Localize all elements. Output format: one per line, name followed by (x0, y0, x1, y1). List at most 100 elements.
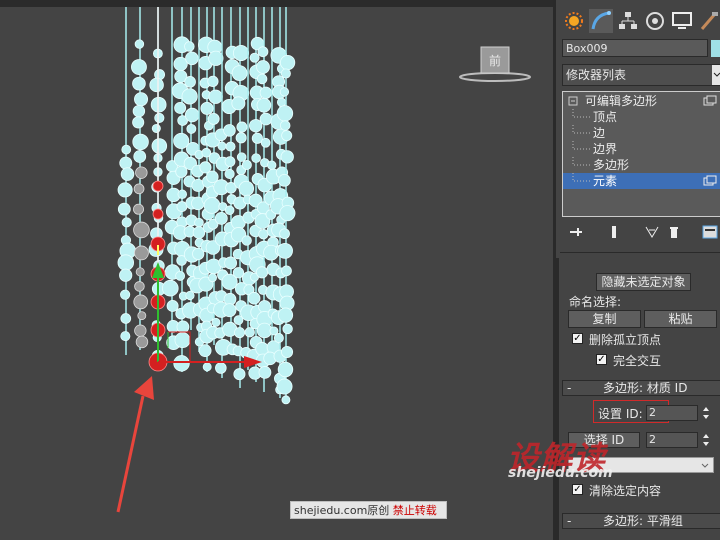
crystal-bead (154, 112, 165, 124)
utilities-tab-icon[interactable] (697, 9, 720, 33)
clear-selection-checkbox[interactable]: ✓ (572, 484, 583, 495)
crystal-bead (134, 39, 145, 49)
crystal-bead (247, 291, 261, 305)
crystal-bead (222, 303, 237, 318)
crystal-bead (211, 317, 221, 327)
watermark-site-text: shejiedu.com原创 (294, 504, 390, 517)
set-id-spinner-arrows-icon[interactable] (701, 405, 711, 421)
copy-button[interactable]: 复制 (568, 310, 641, 328)
hide-unselected-button[interactable]: 隐藏未选定对象 (596, 273, 691, 291)
crystal-bead (151, 138, 168, 154)
watermark-notice-text: 禁止转载 (392, 504, 437, 517)
crystal-bead (133, 294, 149, 310)
collapse-minus-icon[interactable] (568, 93, 580, 109)
crystal-bead (117, 254, 134, 271)
rollout-scrollbar[interactable] (556, 258, 559, 540)
show-end-result-icon[interactable] (606, 224, 622, 240)
paste-button[interactable]: 粘贴 (644, 310, 717, 328)
crystal-bead (224, 156, 236, 167)
crystal-bead (134, 324, 147, 337)
material-id-rollout-header[interactable]: - 多边形: 材质 ID (562, 380, 720, 396)
select-id-spinner-arrows-icon[interactable] (701, 432, 711, 448)
hierarchy-tab-icon[interactable] (616, 9, 640, 33)
perspective-viewport[interactable]: 前 shejiedu.com原创 禁止转载 (0, 0, 553, 540)
pin-stack-icon[interactable] (568, 224, 584, 240)
crystal-bead (206, 170, 219, 184)
crystal-bead (232, 267, 245, 279)
modifier-list-dropdown[interactable]: 修改器列表 (562, 64, 720, 86)
crystal-bead (149, 77, 164, 93)
set-id-spinner[interactable]: 2 (646, 405, 698, 421)
stack-subobject-item[interactable]: 元素 (563, 173, 720, 189)
stack-root-label: 可编辑多边形 (585, 94, 658, 108)
crystal-bead (279, 120, 291, 131)
crystal-bead (207, 112, 220, 125)
display-tab-icon[interactable] (670, 9, 694, 33)
chevron-down-icon[interactable] (712, 65, 720, 85)
crystal-bead (217, 141, 227, 151)
crystal-bead (258, 366, 272, 379)
crystal-bead (198, 344, 212, 358)
object-color-swatch[interactable] (711, 40, 720, 57)
crystal-bead (207, 75, 219, 87)
watermark-url-text: shejiedu.com (508, 465, 613, 481)
remove-modifier-icon[interactable] (666, 224, 682, 240)
selected-red-bead[interactable] (152, 208, 164, 220)
crystal-bead (225, 141, 236, 152)
selected-red-bead[interactable] (152, 180, 164, 192)
motion-tab-icon[interactable] (643, 9, 667, 33)
crystal-bead (277, 361, 294, 378)
crystal-bead (224, 168, 235, 180)
panel-divider (560, 252, 720, 253)
create-tab-icon[interactable] (562, 9, 586, 33)
stack-subobject-item[interactable]: 顶点 (563, 109, 720, 125)
delete-isolated-checkbox[interactable]: ✓ (572, 333, 583, 344)
named-selection-label: 命名选择: (569, 295, 622, 309)
smoothing-rollout-title: 多边形: 平滑组 (603, 514, 683, 528)
tree-connector-icon (572, 125, 591, 134)
make-unique-icon[interactable] (644, 224, 660, 240)
modify-tab-icon[interactable] (589, 9, 613, 33)
crystal-bead (174, 332, 191, 349)
crystal-bead (121, 144, 132, 155)
object-name-field[interactable]: Box009 (562, 39, 708, 57)
editable-poly-icon (703, 95, 717, 106)
crystal-bead (241, 235, 252, 246)
crystal-bead (184, 41, 195, 52)
checkmark-icon: ✓ (573, 333, 582, 344)
crystal-bead (256, 60, 270, 74)
stack-root-item[interactable]: 可编辑多边形 (563, 93, 720, 109)
stack-subobject-label: 元素 (593, 174, 618, 188)
crystal-bead (260, 137, 271, 148)
crystal-bead (234, 327, 246, 339)
crystal-bead (208, 273, 217, 283)
crystal-bead (132, 116, 145, 129)
crystal-bead (121, 217, 132, 228)
viewcube[interactable]: 前 (458, 44, 532, 84)
crystal-bead (232, 44, 250, 62)
stack-subobject-item[interactable]: 多边形 (563, 157, 720, 173)
crystal-bead (255, 266, 269, 279)
configure-modifier-sets-icon[interactable] (702, 224, 718, 240)
source-watermark-bar: shejiedu.com原创 禁止转载 (290, 501, 447, 519)
crystal-bead (224, 256, 238, 270)
crystal-bead (162, 279, 179, 297)
stack-subobject-item[interactable]: 边界 (563, 141, 720, 157)
crystal-bead (117, 202, 131, 216)
crystal-bead (184, 107, 200, 123)
crystal-bead (166, 299, 179, 312)
crystal-bead (276, 105, 294, 122)
full-interactivity-checkbox[interactable]: ✓ (596, 354, 607, 365)
select-id-spinner[interactable]: 2 (646, 432, 698, 448)
chevron-down-icon[interactable] (700, 459, 710, 473)
crystal-bead (117, 182, 133, 198)
crystal-bead (241, 159, 252, 170)
crystal-bead (251, 153, 261, 163)
stack-subobject-label: 多边形 (593, 158, 630, 172)
collapse-minus-icon: - (567, 514, 572, 528)
stack-subobject-item[interactable]: 边 (563, 125, 720, 141)
crystal-bead (281, 265, 292, 277)
smoothing-rollout-header[interactable]: - 多边形: 平滑组 (562, 513, 720, 529)
crystal-bead (185, 290, 195, 301)
crystal-bead (256, 97, 272, 113)
